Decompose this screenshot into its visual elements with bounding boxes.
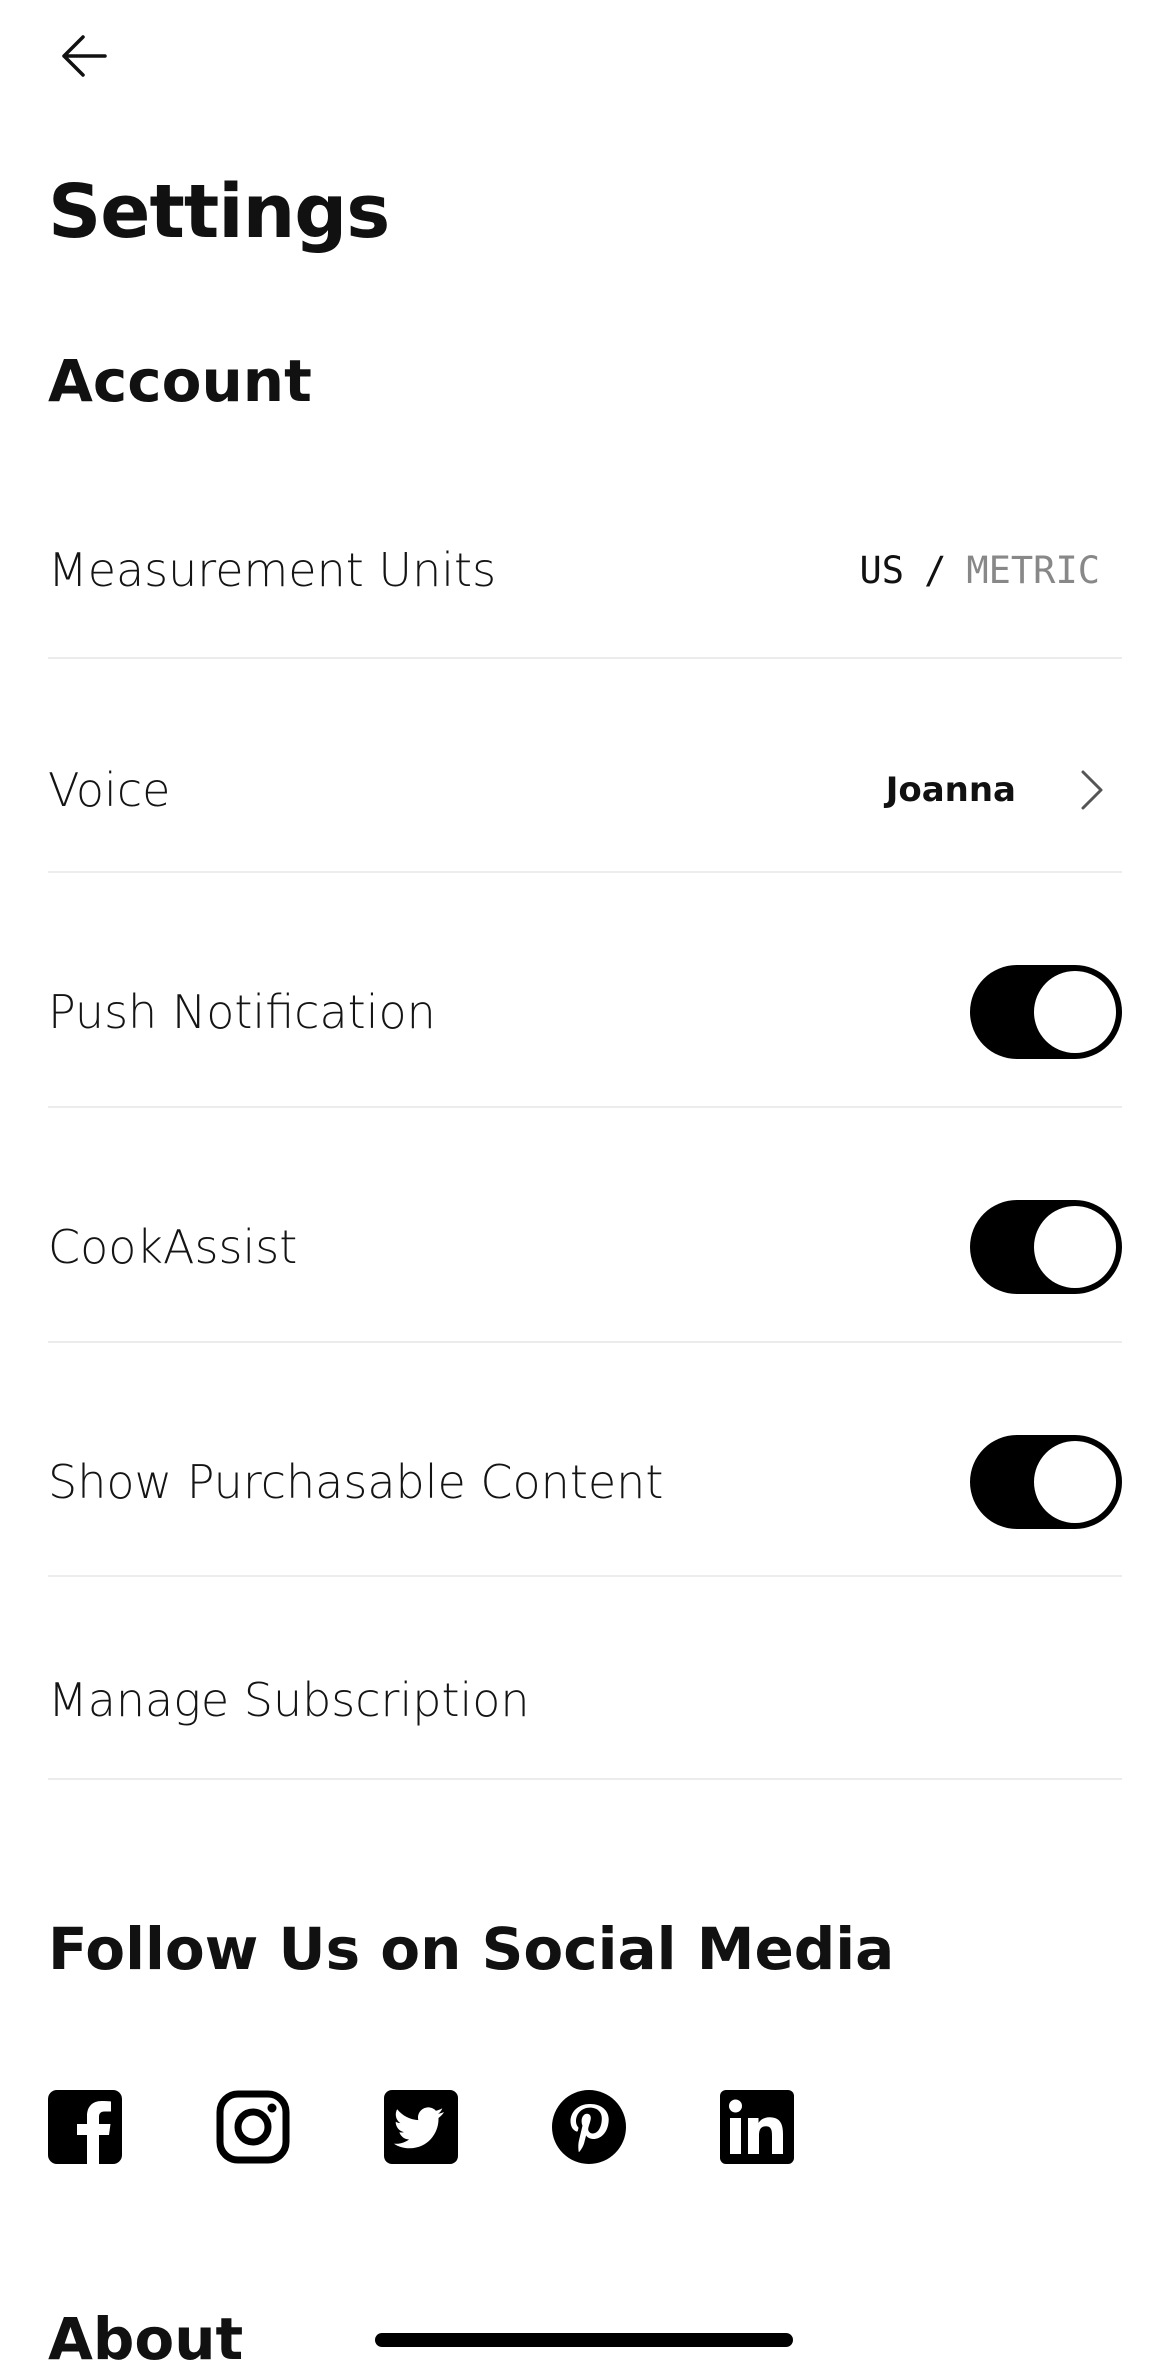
- measurement-units-selector: US / METRIC: [860, 549, 1101, 592]
- unit-option-metric[interactable]: METRIC: [966, 549, 1100, 592]
- facebook-icon[interactable]: [48, 2090, 122, 2164]
- manage-subscription-label: Manage Subscription: [48, 1673, 530, 1727]
- unit-separator: /: [924, 548, 947, 592]
- voice-row[interactable]: Voice Joanna: [48, 740, 1122, 840]
- social-icons: [48, 2090, 794, 2164]
- measurement-units-label: Measurement Units: [48, 543, 497, 597]
- chevron-right-icon: [1081, 770, 1103, 810]
- divider: [48, 657, 1122, 659]
- twitter-icon[interactable]: [384, 2090, 458, 2164]
- section-title-social: Follow Us on Social Media: [48, 1915, 895, 1983]
- push-notification-label: Push Notification: [48, 985, 436, 1039]
- back-button[interactable]: [48, 20, 120, 92]
- voice-label: Voice: [48, 763, 171, 817]
- page-title: Settings: [48, 169, 390, 255]
- divider: [48, 871, 1122, 873]
- unit-option-us[interactable]: US: [860, 549, 905, 592]
- divider: [48, 1778, 1122, 1780]
- pinterest-icon[interactable]: [552, 2090, 626, 2164]
- show-purchasable-toggle[interactable]: [970, 1435, 1122, 1529]
- push-notification-row: Push Notification: [48, 962, 1122, 1062]
- measurement-units-row: Measurement Units US / METRIC: [48, 520, 1122, 620]
- divider: [48, 1341, 1122, 1343]
- instagram-icon[interactable]: [216, 2090, 290, 2164]
- voice-value: Joanna: [885, 770, 1016, 810]
- divider: [48, 1575, 1122, 1577]
- divider: [48, 1106, 1122, 1108]
- arrow-left-icon: [62, 35, 107, 77]
- section-title-account: Account: [48, 347, 312, 415]
- toggle-knob: [1034, 1441, 1116, 1523]
- show-purchasable-label: Show Purchasable Content: [48, 1455, 664, 1509]
- cookassist-toggle[interactable]: [970, 1200, 1122, 1294]
- toggle-knob: [1034, 1206, 1116, 1288]
- linkedin-icon[interactable]: [720, 2090, 794, 2164]
- cookassist-label: CookAssist: [48, 1220, 298, 1274]
- cookassist-row: CookAssist: [48, 1197, 1122, 1297]
- manage-subscription-row[interactable]: Manage Subscription: [48, 1650, 1122, 1750]
- push-notification-toggle[interactable]: [970, 965, 1122, 1059]
- section-title-about: About: [48, 2305, 244, 2373]
- toggle-knob: [1034, 971, 1116, 1053]
- home-indicator: [375, 2333, 793, 2347]
- show-purchasable-row: Show Purchasable Content: [48, 1432, 1122, 1532]
